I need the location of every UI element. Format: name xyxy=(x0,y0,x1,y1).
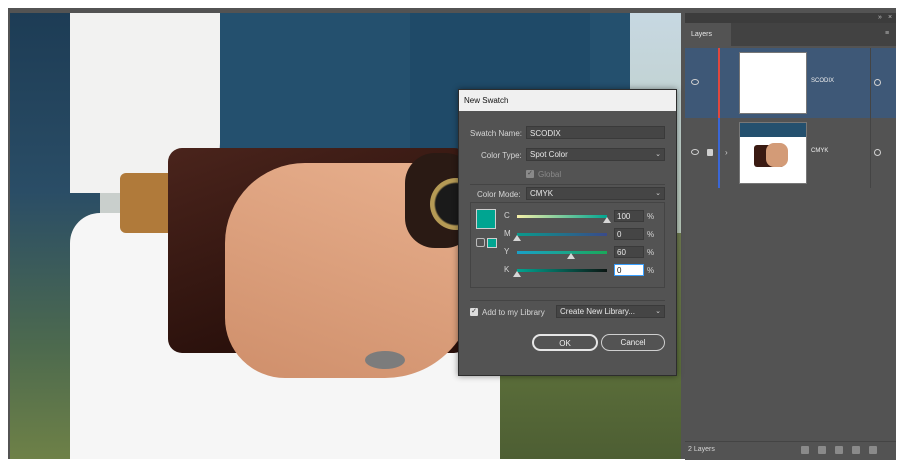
channel-y-input[interactable]: 60 xyxy=(614,246,644,258)
color-type-select[interactable]: Spot Color ⌄ xyxy=(526,148,665,161)
chevron-right-icon[interactable]: › xyxy=(725,148,728,157)
global-checkbox[interactable]: ✓ xyxy=(526,170,534,178)
layer-row-scodix[interactable]: SCODIX xyxy=(685,48,896,118)
channel-k-input[interactable]: 0 xyxy=(614,264,644,276)
color-mode-label: Color Mode: xyxy=(477,190,521,199)
new-layer-icon[interactable] xyxy=(852,446,860,454)
visibility-eye-icon[interactable] xyxy=(691,149,699,155)
swatch-preview xyxy=(476,209,496,229)
divider xyxy=(470,184,665,185)
close-icon[interactable]: × xyxy=(888,14,892,21)
chevron-down-icon: ⌄ xyxy=(655,190,661,197)
channel-m-slider-thumb[interactable] xyxy=(513,235,521,241)
color-mode-value: CMYK xyxy=(530,189,554,198)
channel-c-label: C xyxy=(504,211,510,220)
out-of-gamut-cube-icon[interactable] xyxy=(476,238,485,247)
dialog-title: New Swatch xyxy=(459,90,676,111)
library-value: Create New Library... xyxy=(560,307,635,316)
chevron-down-icon: ⌄ xyxy=(655,151,661,158)
divider xyxy=(870,48,871,118)
photo-ring xyxy=(365,351,405,369)
layers-panel: » × ≡ Layers SCODIX › CMYK 2 Layers xyxy=(685,13,896,460)
channel-k-slider[interactable] xyxy=(517,269,607,272)
layer-thumbnail xyxy=(739,52,807,114)
thumbnail-hand xyxy=(766,143,788,167)
channel-k-slider-thumb[interactable] xyxy=(513,271,521,277)
chevron-down-icon: ⌄ xyxy=(655,308,661,315)
color-type-label: Color Type: xyxy=(481,151,522,160)
trash-icon[interactable] xyxy=(869,446,877,454)
channel-c-percent: % xyxy=(647,212,655,221)
color-editor-panel: C 100 % M 0 % Y 60 % K 0 % xyxy=(470,202,665,288)
swatch-name-label: Swatch Name: xyxy=(470,129,523,138)
search-icon[interactable] xyxy=(801,446,809,454)
layer-color-bar xyxy=(718,48,720,118)
cancel-button[interactable]: Cancel xyxy=(601,334,665,351)
visibility-eye-icon[interactable] xyxy=(691,79,699,85)
lock-icon[interactable] xyxy=(707,149,713,156)
layer-row-cmyk[interactable]: › CMYK xyxy=(685,118,896,188)
channel-y-label: Y xyxy=(504,247,510,256)
add-to-library-label: Add to my Library xyxy=(482,308,545,317)
channel-c-slider[interactable] xyxy=(517,215,607,218)
ok-button[interactable]: OK xyxy=(532,334,598,351)
divider xyxy=(470,300,665,301)
channel-c-input[interactable]: 100 xyxy=(614,210,644,222)
color-type-value: Spot Color xyxy=(530,150,568,159)
layer-color-bar xyxy=(718,118,720,188)
add-to-library-checkbox[interactable]: ✓ xyxy=(470,308,478,316)
layer-target-icon[interactable] xyxy=(874,149,881,156)
new-sublayer-icon[interactable] xyxy=(835,446,843,454)
panel-menu-icon[interactable]: ≡ xyxy=(885,30,889,37)
channel-k-percent: % xyxy=(647,266,655,275)
channel-k-label: K xyxy=(504,265,510,274)
channel-y-slider[interactable] xyxy=(517,251,607,254)
color-mode-select[interactable]: CMYK ⌄ xyxy=(526,187,665,200)
channel-m-percent: % xyxy=(647,230,655,239)
panel-footer: 2 Layers xyxy=(685,441,896,460)
channel-y-slider-thumb[interactable] xyxy=(567,253,575,259)
library-select[interactable]: Create New Library... ⌄ xyxy=(556,305,665,318)
collapse-panel-icon[interactable]: » xyxy=(878,14,882,21)
thumbnail-jacket xyxy=(740,123,806,137)
channel-c-slider-thumb[interactable] xyxy=(603,217,611,223)
new-swatch-dialog: New Swatch Swatch Name: SCODIX Color Typ… xyxy=(458,89,677,376)
panel-header-bar: » × xyxy=(685,13,896,23)
channel-y-percent: % xyxy=(647,248,655,257)
layer-count: 2 Layers xyxy=(688,446,715,453)
channel-m-label: M xyxy=(504,229,511,238)
layer-thumbnail xyxy=(739,122,807,184)
channel-m-slider[interactable] xyxy=(517,233,607,236)
global-label: Global xyxy=(538,170,562,179)
layer-target-icon[interactable] xyxy=(874,79,881,86)
clipping-mask-icon[interactable] xyxy=(818,446,826,454)
channel-m-input[interactable]: 0 xyxy=(614,228,644,240)
gamut-swatch-preview[interactable] xyxy=(487,238,497,248)
swatch-name-input[interactable]: SCODIX xyxy=(526,126,665,139)
tab-layers[interactable]: Layers xyxy=(685,23,731,46)
layer-name[interactable]: CMYK xyxy=(811,148,828,154)
divider xyxy=(870,118,871,188)
layer-name[interactable]: SCODIX xyxy=(811,78,834,84)
